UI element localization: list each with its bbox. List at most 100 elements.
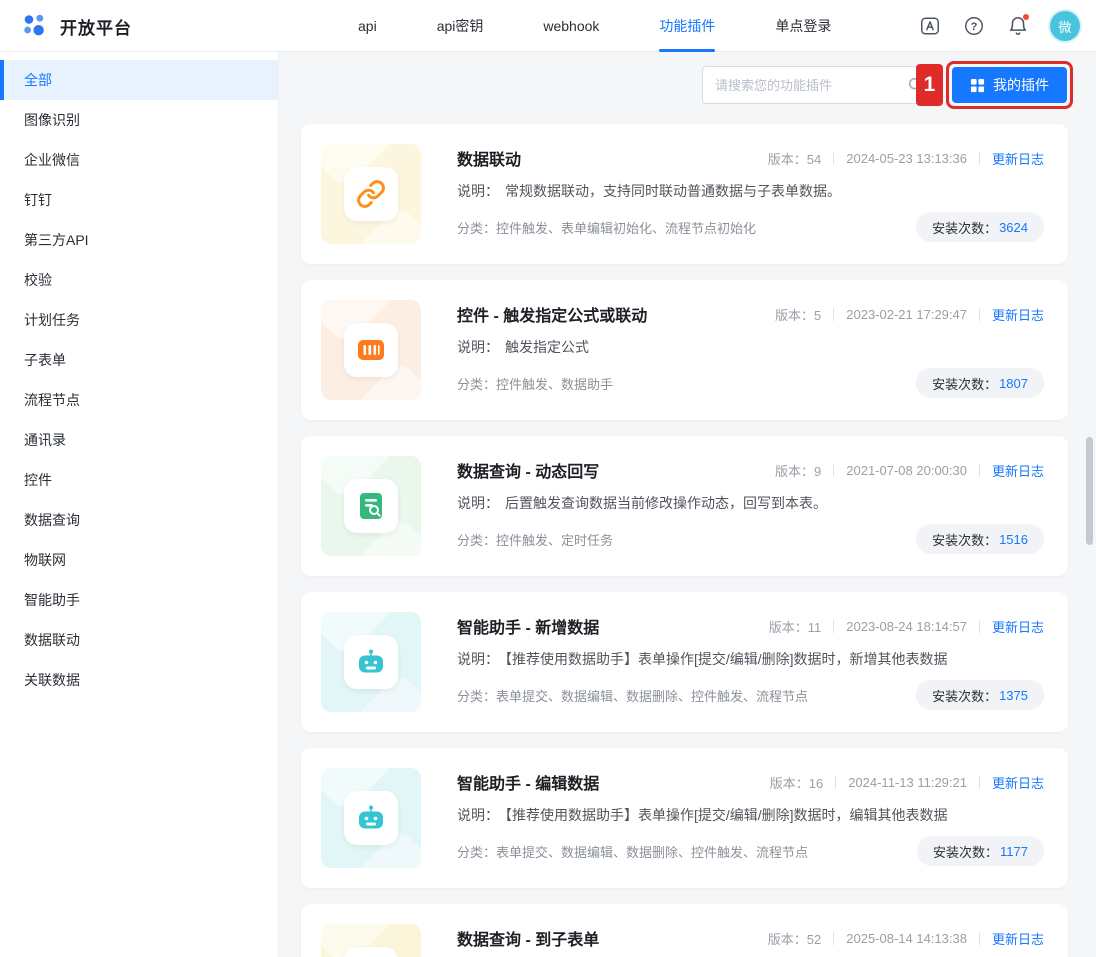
desc-text: 后置触发查询数据当前修改操作动态，回写到本表。 bbox=[505, 495, 827, 511]
sidebar-item-widgets[interactable]: 控件 bbox=[0, 460, 278, 500]
plugin-icon-tile bbox=[321, 300, 421, 400]
desc-label: 说明： bbox=[457, 339, 499, 355]
plugin-card[interactable]: 智能助手 - 新增数据 版本：11 2023-08-24 18:14:57 更新… bbox=[301, 592, 1068, 732]
sidebar-item-label: 子表单 bbox=[24, 350, 66, 370]
toolbar: 1 我的插件 bbox=[702, 61, 1073, 109]
sidebar-item-iot[interactable]: 物联网 bbox=[0, 540, 278, 580]
my-plugins-button[interactable]: 我的插件 bbox=[952, 67, 1067, 103]
sidebar-item-workflow-node[interactable]: 流程节点 bbox=[0, 380, 278, 420]
nav-plugins[interactable]: 功能插件 bbox=[659, 0, 715, 52]
sidebar-item-smart-assistant[interactable]: 智能助手 bbox=[0, 580, 278, 620]
nav-sso[interactable]: 单点登录 bbox=[775, 0, 831, 52]
sidebar-item-all[interactable]: 全部 bbox=[0, 60, 278, 100]
sidebar-item-subform[interactable]: 子表单 bbox=[0, 340, 278, 380]
version-label: 版本：5 bbox=[775, 305, 821, 324]
plugin-meta: 版本：9 2021-07-08 20:00:30 更新日志 bbox=[775, 461, 1044, 480]
version-value: 11 bbox=[808, 620, 822, 635]
translate-icon[interactable] bbox=[918, 14, 942, 38]
search-input[interactable] bbox=[702, 66, 934, 104]
plugin-card[interactable]: 智能助手 - 编辑数据 版本：16 2024-11-13 11:29:21 更新… bbox=[301, 748, 1068, 888]
sidebar-item-label: 物联网 bbox=[24, 550, 66, 570]
sidebar-item-label: 数据联动 bbox=[24, 630, 80, 650]
help-icon[interactable]: ? bbox=[962, 14, 986, 38]
changelog-link[interactable]: 更新日志 bbox=[992, 305, 1044, 324]
annotation-badge: 1 bbox=[916, 64, 943, 106]
plugin-card[interactable]: 控件 - 触发指定公式或联动 版本：5 2023-02-21 17:29:47 … bbox=[301, 280, 1068, 420]
plugin-title: 控件 - 触发指定公式或联动 bbox=[457, 302, 647, 326]
sidebar-item-validation[interactable]: 校验 bbox=[0, 260, 278, 300]
sidebar-item-dingtalk[interactable]: 钉钉 bbox=[0, 180, 278, 220]
installs-label: 安装次数： bbox=[933, 842, 998, 861]
avatar[interactable]: 微 bbox=[1050, 11, 1080, 41]
sidebar-item-label: 企业微信 bbox=[24, 150, 80, 170]
plugin-desc: 说明：【推荐使用数据助手】表单操作[提交/编辑/删除]数据时，编辑其他表数据 bbox=[457, 805, 1044, 825]
installs-label: 安装次数： bbox=[932, 686, 997, 705]
changelog-link[interactable]: 更新日志 bbox=[992, 461, 1044, 480]
changelog-link[interactable]: 更新日志 bbox=[992, 929, 1044, 948]
updated-at: 2023-02-21 17:29:47 bbox=[846, 307, 967, 322]
plugin-card[interactable]: 数据查询 - 到子表单 版本：52 2025-08-14 14:13:38 更新… bbox=[301, 904, 1068, 957]
plugin-title: 智能助手 - 新增数据 bbox=[457, 614, 599, 638]
plugin-meta: 版本：11 2023-08-24 18:14:57 更新日志 bbox=[769, 617, 1044, 636]
changelog-link[interactable]: 更新日志 bbox=[992, 617, 1044, 636]
notification-bell-icon[interactable] bbox=[1006, 14, 1030, 38]
desc-label: 说明： bbox=[457, 495, 499, 511]
barcode-icon bbox=[344, 323, 398, 377]
installs-count: 1375 bbox=[999, 688, 1028, 703]
sidebar-item-label: 通讯录 bbox=[24, 430, 66, 450]
sidebar-item-label: 关联数据 bbox=[24, 670, 80, 690]
changelog-link[interactable]: 更新日志 bbox=[992, 149, 1044, 168]
installs-label: 安装次数： bbox=[932, 530, 997, 549]
category-label: 分类： bbox=[457, 221, 496, 236]
divider bbox=[833, 152, 834, 165]
plugin-meta: 版本：54 2024-05-23 13:13:36 更新日志 bbox=[768, 149, 1044, 168]
sidebar-item-label: 钉钉 bbox=[24, 190, 52, 210]
plugin-desc: 说明： 【推荐使用数据助手】表单操作[提交/编辑/删除]数据时，新增其他表数据 bbox=[457, 649, 1044, 669]
category-text: 表单提交、数据编辑、数据删除、控件触发、流程节点 bbox=[496, 845, 808, 860]
category-text: 控件触发、定时任务 bbox=[496, 533, 613, 548]
plugin-categories: 分类：控件触发、定时任务 bbox=[457, 530, 613, 549]
desc-label: 说明： bbox=[457, 651, 499, 667]
version-value: 5 bbox=[814, 308, 821, 323]
scrollbar-thumb[interactable] bbox=[1086, 437, 1093, 545]
changelog-link[interactable]: 更新日志 bbox=[992, 773, 1044, 792]
plugin-title: 数据查询 - 动态回写 bbox=[457, 458, 599, 482]
installs-count: 1177 bbox=[1000, 844, 1028, 859]
installs-badge: 安装次数：3624 bbox=[916, 212, 1044, 242]
category-text: 表单提交、数据编辑、数据删除、控件触发、流程节点 bbox=[496, 689, 808, 704]
sidebar-item-third-party-api[interactable]: 第三方API bbox=[0, 220, 278, 260]
divider bbox=[833, 308, 834, 321]
plugin-desc: 说明：常规数据联动，支持同时联动普通数据与子表单数据。 bbox=[457, 181, 1044, 201]
sidebar-item-image-recognition[interactable]: 图像识别 bbox=[0, 100, 278, 140]
plugin-title: 智能助手 - 编辑数据 bbox=[457, 770, 599, 794]
sidebar-item-scheduled-tasks[interactable]: 计划任务 bbox=[0, 300, 278, 340]
updated-at: 2021-07-08 20:00:30 bbox=[846, 463, 967, 478]
plugin-icon-tile bbox=[321, 612, 421, 712]
plugin-card[interactable]: 数据联动 版本：54 2024-05-23 13:13:36 更新日志 说明：常… bbox=[301, 124, 1068, 264]
sidebar-item-data-linkage[interactable]: 数据联动 bbox=[0, 620, 278, 660]
category-label: 分类： bbox=[457, 845, 496, 860]
sidebar-item-wecom[interactable]: 企业微信 bbox=[0, 140, 278, 180]
sidebar-item-linked-data[interactable]: 关联数据 bbox=[0, 660, 278, 700]
divider bbox=[979, 932, 980, 945]
divider bbox=[835, 776, 836, 789]
notification-dot bbox=[1023, 14, 1029, 20]
plugin-card[interactable]: 数据查询 - 动态回写 版本：9 2021-07-08 20:00:30 更新日… bbox=[301, 436, 1068, 576]
plugin-icon-tile bbox=[321, 924, 421, 957]
sidebar-item-label: 智能助手 bbox=[24, 590, 80, 610]
nav-api-key[interactable]: api密钥 bbox=[437, 0, 484, 52]
sidebar-item-label: 校验 bbox=[24, 270, 52, 290]
sidebar-item-contacts[interactable]: 通讯录 bbox=[0, 420, 278, 460]
updated-at: 2025-08-14 14:13:38 bbox=[846, 931, 967, 946]
top-bar: 开放平台 api api密钥 webhook 功能插件 单点登录 ? bbox=[0, 0, 1096, 52]
sidebar-item-data-query[interactable]: 数据查询 bbox=[0, 500, 278, 540]
plugin-categories: 分类：表单提交、数据编辑、数据删除、控件触发、流程节点 bbox=[457, 842, 808, 861]
desc-text: 【推荐使用数据助手】表单操作[提交/编辑/删除]数据时，新增其他表数据 bbox=[505, 651, 948, 667]
nav-webhook[interactable]: webhook bbox=[543, 0, 599, 52]
sidebar-item-label: 控件 bbox=[24, 470, 52, 490]
plugin-categories: 分类：表单提交、数据编辑、数据删除、控件触发、流程节点 bbox=[457, 686, 808, 705]
sidebar: 全部 图像识别 企业微信 钉钉 第三方API 校验 计划任务 子表单 流程节点 … bbox=[0, 52, 279, 957]
version-label: 版本：54 bbox=[768, 149, 821, 168]
nav-api[interactable]: api bbox=[358, 0, 377, 52]
robot-icon bbox=[344, 635, 398, 689]
